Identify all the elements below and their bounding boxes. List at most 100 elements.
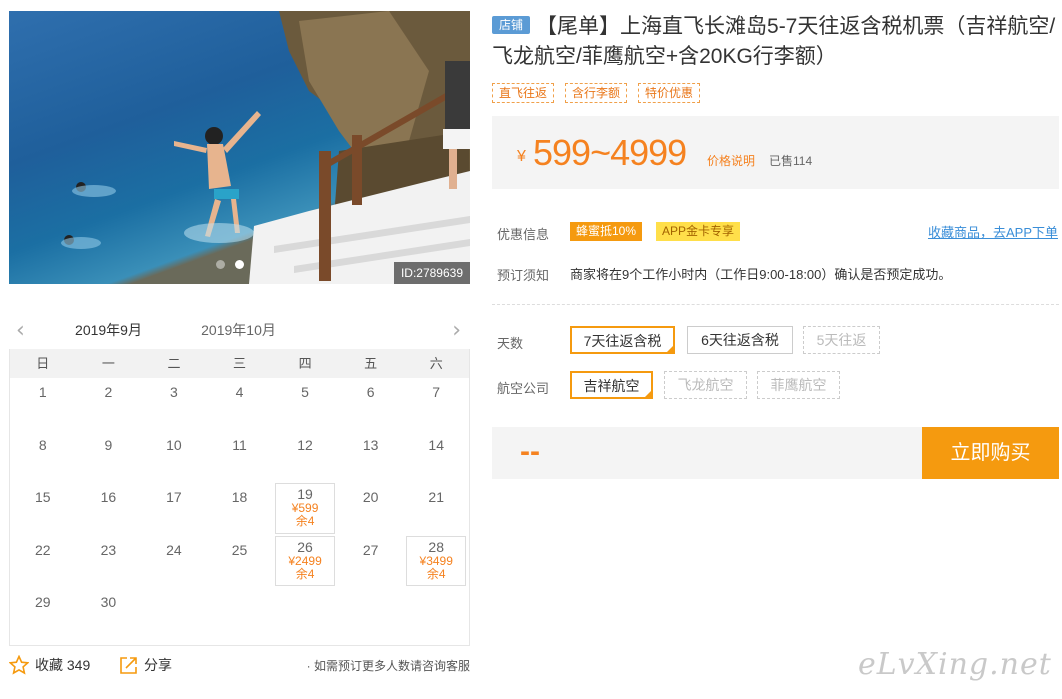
share-label: 分享 — [144, 657, 172, 673]
calendar-day: 20 — [338, 483, 404, 536]
calendar-day: 11 — [207, 431, 273, 484]
star-icon — [9, 655, 29, 675]
option-6-days[interactable]: 6天往返含税 — [687, 326, 793, 354]
calendar-month-nav: ‹ 2019年9月 2019年10月 › — [9, 314, 470, 354]
booking-notice-text: 商家将在9个工作小时内（工作日9:00-18:00）确认是否预定成功。 — [570, 267, 952, 282]
selected-price: -- — [520, 435, 540, 468]
day-stock: 余4 — [295, 514, 315, 529]
calendar-day-available[interactable]: 19 ¥599 余4 — [275, 483, 335, 534]
calendar-day: 12 — [272, 431, 338, 484]
weekday-label: 日 — [36, 356, 50, 371]
day-number: 18 — [231, 489, 248, 506]
calendar-day: 23 — [76, 536, 142, 589]
option-feilong-air[interactable]: 飞龙航空 — [664, 371, 747, 399]
weekday-label: 一 — [101, 356, 115, 371]
tab-month-next[interactable]: 2019年10月 — [196, 320, 281, 340]
calendar-day: 25 — [207, 536, 273, 589]
calendar-day: 16 — [76, 483, 142, 536]
option-juneyao-air[interactable]: 吉祥航空 — [570, 371, 653, 399]
weekday-header: 日 一 二 三 四 五 六 — [10, 349, 469, 378]
calendar-day: 9 — [76, 431, 142, 484]
calendar-day: 1 — [10, 378, 76, 431]
prev-month-arrow-icon[interactable]: ‹ — [16, 318, 25, 343]
day-number: 15 — [34, 489, 51, 506]
price-range: 599~4999 — [533, 132, 687, 173]
next-month-arrow-icon[interactable]: › — [452, 318, 461, 343]
price-description-link[interactable]: 价格说明 — [707, 152, 755, 169]
calendar-day: 15 — [10, 483, 76, 536]
calendar-day: 18 — [207, 483, 273, 536]
weekday-label: 六 — [429, 356, 443, 371]
day-number: 30 — [100, 594, 117, 611]
day-number: 2 — [104, 384, 113, 400]
product-title-block: 店铺 【尾单】上海直飞长滩岛5-7天往返含税机票（吉祥航空/飞龙航空/菲鹰航空+含… — [492, 12, 1058, 72]
calendar-day-available[interactable]: 26 ¥2499 余4 — [275, 535, 335, 587]
favorite-button[interactable]: 收藏 349 — [9, 655, 90, 675]
coupon-app-gold[interactable]: APP金卡专享 — [656, 222, 741, 241]
carousel-dot[interactable] — [216, 260, 225, 269]
calendar-day: 17 — [141, 483, 207, 536]
day-number: 21 — [428, 489, 444, 506]
day-number: 17 — [166, 489, 182, 506]
tag-direct-flight: 直飞往返 — [492, 83, 555, 103]
day-number: 24 — [166, 541, 182, 558]
day-number: 9 — [104, 436, 113, 453]
day-number: 8 — [38, 436, 47, 453]
day-number: 26 — [297, 538, 313, 555]
day-number: 29 — [34, 594, 51, 611]
photo-illustration — [61, 11, 470, 284]
shop-badge[interactable]: 店铺 — [492, 16, 531, 34]
calendar-day: 27 — [338, 536, 404, 589]
day-number: 11 — [232, 436, 247, 453]
option-7-days[interactable]: 7天往返含税 — [570, 326, 675, 354]
photo-id-label: ID:2789639 — [393, 262, 470, 284]
calendar-day: 14 — [403, 431, 469, 484]
calendar-day: 29 — [10, 588, 76, 641]
day-number: 14 — [428, 436, 444, 453]
calendar-day: 4 — [207, 378, 273, 431]
day-stock: 余4 — [426, 566, 446, 581]
calendar-day: 8 — [10, 431, 76, 484]
currency-symbol: ¥ — [517, 148, 526, 165]
sold-count: 已售114 — [769, 154, 813, 168]
calendar-day: 13 — [338, 431, 404, 484]
favorite-app-link[interactable]: 收藏商品，去APP下单 — [928, 222, 1058, 241]
day-number: 1 — [38, 384, 47, 400]
buy-now-button[interactable]: 立即购买 — [922, 427, 1059, 479]
day-number: 28 — [428, 538, 444, 555]
carousel-dot-active[interactable] — [235, 260, 244, 269]
tag-special-offer: 特价优惠 — [638, 83, 701, 103]
calendar-day: 6 — [338, 378, 404, 431]
day-number: 5 — [301, 384, 309, 400]
airline-label: 航空公司 — [497, 381, 550, 396]
day-number: 10 — [166, 436, 182, 453]
day-price: ¥2499 — [288, 553, 322, 568]
tag-luggage: 含行李额 — [565, 83, 628, 103]
coupon-honey[interactable]: 蜂蜜抵10% — [570, 222, 643, 241]
day-number: 4 — [235, 384, 244, 400]
calendar-day: 22 — [10, 536, 76, 589]
day-number: 6 — [366, 384, 375, 400]
promo-label: 优惠信息 — [497, 227, 550, 242]
site-watermark: eLvXing.net — [858, 647, 1052, 682]
option-5-days[interactable]: 5天往返 — [803, 326, 880, 354]
product-photo[interactable]: ID:2789639 — [9, 11, 470, 284]
option-feiying-air[interactable]: 菲鹰航空 — [757, 371, 840, 399]
buy-bar: -- 立即购买 — [492, 427, 1059, 479]
calendar-day: 30 — [76, 588, 142, 641]
price-box: ¥ 599~4999 价格说明 已售114 — [492, 116, 1059, 189]
share-button[interactable]: 分享 — [119, 655, 172, 675]
calendar-day: 2 — [76, 378, 142, 431]
carousel-dots[interactable] — [216, 260, 244, 269]
calendar-day-available[interactable]: 28 ¥3499 余4 — [406, 535, 466, 587]
weekday-label: 五 — [364, 356, 378, 371]
day-number: 3 — [170, 384, 178, 400]
divider — [492, 304, 1059, 305]
calendar-day: 24 — [141, 536, 207, 589]
weekday-label: 四 — [298, 356, 312, 371]
weekday-label: 二 — [167, 356, 181, 371]
day-number: 27 — [362, 541, 379, 558]
day-number: 22 — [34, 541, 51, 558]
calendar-day: 5 — [272, 378, 338, 431]
day-number: 20 — [362, 489, 379, 506]
